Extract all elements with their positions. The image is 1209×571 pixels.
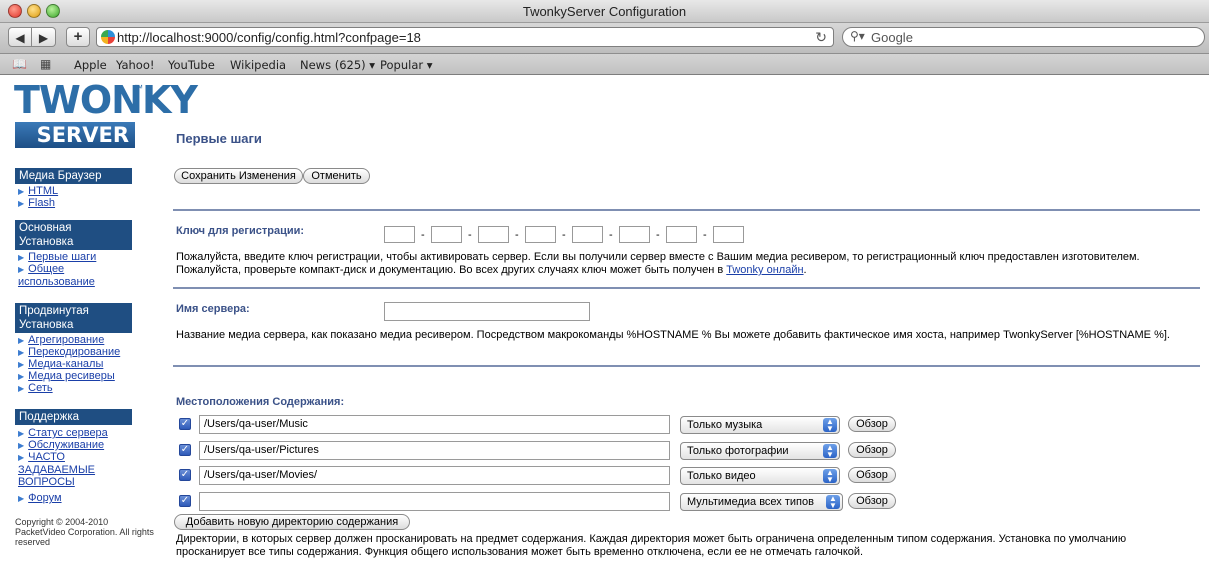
sidebar-heading-media-browser: Медиа Браузер [15, 168, 132, 184]
search-field[interactable]: ⚲▾ Google [842, 27, 1205, 47]
sidebar-item-flash[interactable]: ▶ Flash [18, 197, 55, 210]
arrow-right-icon: ▶ [18, 384, 25, 393]
sidebar-heading-advanced-setup: Продвинутая Установка [15, 303, 132, 333]
key-dash: - [562, 229, 566, 241]
content-locations-label: Местоположения Содержания: [176, 396, 345, 408]
content-path-input[interactable]: /Users/qa-user/Pictures [199, 441, 670, 460]
window-titlebar: TwonkyServer Configuration [0, 0, 1209, 23]
bookmarks-bar: 📖 ▦ Apple Yahoo! YouTube Wikipedia News … [0, 54, 1209, 75]
twonky-logo: TWONKY [14, 78, 198, 122]
sidebar-heading-support: Поддержка [15, 409, 132, 425]
key-dash: - [515, 229, 519, 241]
copyright-text: Copyright © 2004-2010 PacketVideo Corpor… [15, 517, 154, 547]
arrow-right-icon: ▶ [18, 187, 25, 196]
sidebar-heading-basic-setup: Основная Установка [15, 220, 132, 250]
select-arrows-icon: ▲ ▼ [823, 418, 837, 433]
server-name-label: Имя сервера: [176, 303, 250, 315]
content-path-input[interactable]: /Users/qa-user/Movies/ [199, 466, 670, 485]
server-name-input[interactable] [384, 302, 590, 321]
content-type-select[interactable]: Только видео ▲ ▼ [680, 467, 840, 485]
content-path-input[interactable]: /Users/qa-user/Music [199, 415, 670, 434]
key-dash: - [703, 229, 707, 241]
window-title: TwonkyServer Configuration [522, 4, 687, 19]
select-arrows-icon: ▲ ▼ [823, 444, 837, 459]
back-button[interactable]: ◀ [8, 27, 32, 47]
section-divider [173, 287, 1200, 289]
arrow-right-icon: ▶ [18, 429, 25, 438]
content-row-checkbox[interactable]: ✓ [179, 444, 191, 456]
content-type-select[interactable]: Только фотографии ▲ ▼ [680, 442, 840, 460]
bookmark-apple[interactable]: Apple [74, 58, 107, 72]
browse-button[interactable]: Обзор [848, 442, 896, 458]
bookmark-youtube[interactable]: YouTube [168, 58, 215, 72]
content-type-select[interactable]: Мультимедиа всех типов ▲ ▼ [680, 493, 843, 511]
arrow-right-icon: ▶ [18, 336, 25, 345]
sidebar-item-sharing[interactable]: ▶ Общее использование [18, 263, 138, 288]
content-row-checkbox[interactable]: ✓ [179, 469, 191, 481]
magnifier-icon: ⚲▾ [850, 29, 865, 43]
arrow-right-icon: ▶ [18, 253, 25, 262]
page-title: Первые шаги [176, 131, 262, 146]
registration-key-field-7[interactable] [666, 226, 697, 243]
arrow-right-icon: ▶ [18, 372, 25, 381]
server-logo: SERVER [15, 122, 135, 148]
section-divider [173, 365, 1200, 367]
content-row-checkbox[interactable]: ✓ [179, 418, 191, 430]
browse-button[interactable]: Обзор [848, 493, 896, 509]
sidebar-item-network[interactable]: ▶ Сеть [18, 382, 53, 395]
search-placeholder: Google [871, 30, 913, 45]
content-type-select[interactable]: Только музыка ▲ ▼ [680, 416, 840, 434]
sidebar-item-faq[interactable]: ▶ ЧАСТО ЗАДАВАЕМЫЕ ВОПРОСЫ [18, 451, 118, 488]
twonky-online-link[interactable]: Twonky онлайн [726, 264, 803, 276]
browse-button[interactable]: Обзор [848, 416, 896, 432]
bookmark-yahoo[interactable]: Yahoo! [116, 58, 154, 72]
key-dash: - [609, 229, 613, 241]
key-dash: - [421, 229, 425, 241]
arrow-right-icon: ▶ [18, 199, 25, 208]
registration-key-field-6[interactable] [619, 226, 650, 243]
server-name-help-text: Название медиа сервера, как показано мед… [176, 329, 1170, 341]
content-path-input[interactable] [199, 492, 670, 511]
registration-key-label: Ключ для регистрации: [176, 225, 305, 237]
top-sites-grid-icon[interactable]: ▦ [40, 57, 51, 71]
browser-toolbar: ◀ ▶ + http://localhost:9000/config/confi… [0, 23, 1209, 54]
registration-key-field-8[interactable] [713, 226, 744, 243]
arrow-right-icon: ▶ [18, 441, 25, 450]
reload-icon[interactable]: ↻ [815, 29, 827, 46]
bookmark-wikipedia[interactable]: Wikipedia [230, 58, 286, 72]
site-favicon-icon [101, 30, 115, 44]
registration-help-text: Пожалуйста, введите ключ регистрации, чт… [176, 251, 1140, 276]
section-divider [173, 209, 1200, 211]
address-bar[interactable]: http://localhost:9000/config/config.html… [96, 27, 834, 47]
add-bookmark-button[interactable]: + [66, 27, 90, 47]
select-arrows-icon: ▲ ▼ [823, 469, 837, 484]
registration-key-field-3[interactable] [478, 226, 509, 243]
arrow-right-icon: ▶ [18, 348, 25, 357]
arrow-right-icon: ▶ [18, 494, 25, 503]
registration-key-field-4[interactable] [525, 226, 556, 243]
forward-button[interactable]: ▶ [32, 27, 56, 47]
registration-key-field-1[interactable] [384, 226, 415, 243]
arrow-right-icon: ▶ [18, 265, 25, 274]
browse-button[interactable]: Обзор [848, 467, 896, 483]
content-help-text: Директории, в которых сервер должен прос… [176, 533, 1127, 558]
select-arrows-icon: ▲ ▼ [826, 495, 840, 510]
cancel-button[interactable]: Отменить [303, 168, 370, 184]
save-changes-button[interactable]: Сохранить Изменения [174, 168, 303, 184]
address-url[interactable]: http://localhost:9000/config/config.html… [117, 30, 421, 45]
key-dash: - [468, 229, 472, 241]
arrow-right-icon: ▶ [18, 453, 25, 462]
bookmarks-book-icon[interactable]: 📖 [12, 57, 27, 71]
sidebar-item-forum[interactable]: ▶ Форум [18, 492, 62, 505]
key-dash: - [656, 229, 660, 241]
registration-key-field-2[interactable] [431, 226, 462, 243]
add-content-directory-button[interactable]: Добавить новую директорию содержания [174, 514, 410, 530]
bookmark-news[interactable]: News (625) ▾ [300, 58, 375, 72]
logo-trademark: ™ [134, 83, 143, 93]
registration-key-field-5[interactable] [572, 226, 603, 243]
content-row-checkbox[interactable]: ✓ [179, 495, 191, 507]
bookmark-popular[interactable]: Popular ▾ [380, 58, 433, 72]
arrow-right-icon: ▶ [18, 360, 25, 369]
